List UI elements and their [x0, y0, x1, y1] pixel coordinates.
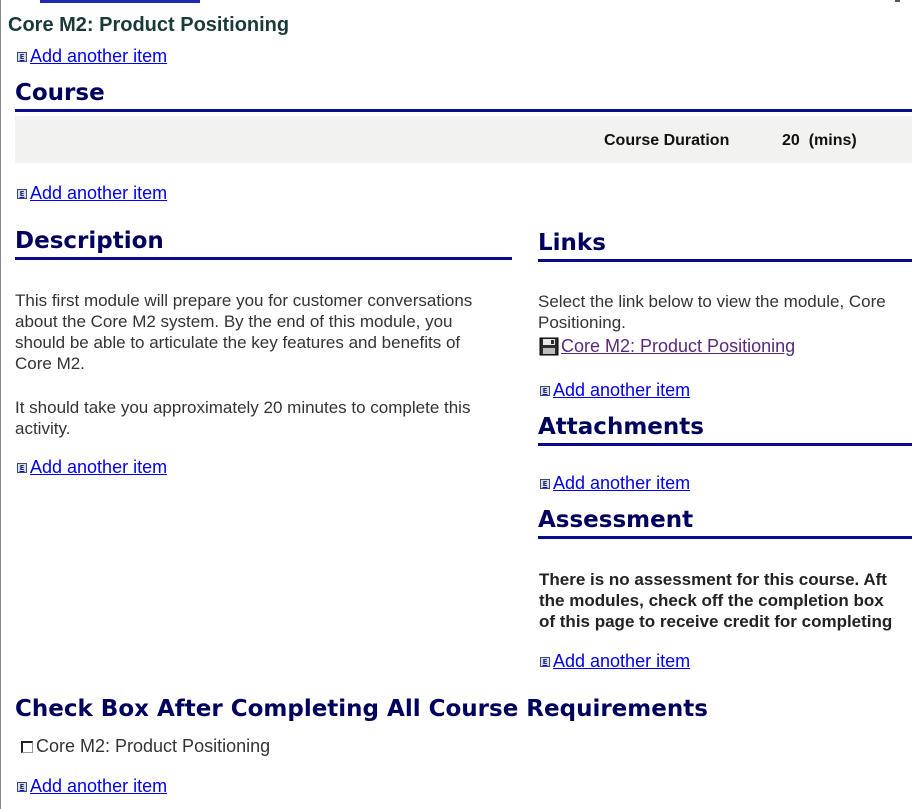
- course-heading: Course: [15, 80, 105, 106]
- links-line: Positioning.: [538, 313, 626, 332]
- left-border: [0, 0, 1, 809]
- links-heading: Links: [538, 230, 606, 256]
- add-item-link-course[interactable]: E Add another item: [17, 183, 167, 204]
- description-line: It should take you approximately 20 minu…: [15, 398, 471, 417]
- completion-heading: Check Box After Completing All Course Re…: [15, 696, 708, 722]
- course-duration-value: 20 (mins): [782, 132, 857, 149]
- add-item-link-top[interactable]: E Add another item: [17, 46, 167, 67]
- assessment-line: the modules, check off the completion bo…: [539, 591, 884, 610]
- completion-checkbox-row[interactable]: Core M2: Product Positioning: [21, 736, 270, 757]
- description-line: about the Core M2 system. By the end of …: [15, 312, 453, 331]
- description-line: This first module will prepare you for c…: [15, 291, 473, 310]
- add-item-label: Add another item: [553, 473, 691, 493]
- module-link-label: Core M2: Product Positioning: [561, 336, 796, 356]
- assessment-line: There is no assessment for this course. …: [539, 570, 887, 589]
- completion-checkbox-label: Core M2: Product Positioning: [36, 736, 271, 756]
- assessment-text: There is no assessment for this course. …: [539, 569, 912, 632]
- links-text: Select the link below to view the module…: [538, 291, 912, 333]
- top-corner-mark: [895, 0, 900, 2]
- description-text: This first module will prepare you for c…: [15, 290, 525, 374]
- edit-icon: E: [540, 478, 550, 489]
- edit-icon: E: [540, 385, 550, 396]
- edit-icon: E: [17, 51, 27, 62]
- module-link[interactable]: Core M2: Product Positioning: [539, 336, 795, 357]
- course-duration-label: Course Duration: [604, 132, 730, 149]
- add-item-label: Add another item: [553, 651, 691, 671]
- attachments-heading: Attachments: [538, 414, 704, 440]
- description-duration-text: It should take you approximately 20 minu…: [15, 397, 525, 439]
- edit-icon: E: [17, 462, 27, 473]
- add-item-label: Add another item: [30, 776, 168, 796]
- assessment-line: of this page to receive credit for compl…: [539, 612, 893, 631]
- add-item-label: Add another item: [30, 46, 168, 66]
- course-info-bar: [15, 116, 912, 163]
- course-rule: [15, 109, 912, 112]
- description-line: Core M2.: [15, 354, 85, 373]
- checkbox-icon[interactable]: [21, 740, 33, 753]
- add-item-link-links[interactable]: E Add another item: [540, 380, 690, 401]
- links-rule: [538, 259, 912, 262]
- add-item-link-description[interactable]: E Add another item: [17, 457, 167, 478]
- add-item-link-attachments[interactable]: E Add another item: [540, 473, 690, 494]
- links-line: Select the link below to view the module…: [538, 292, 886, 311]
- add-item-link-assessment[interactable]: E Add another item: [540, 651, 690, 672]
- description-rule: [15, 257, 512, 260]
- description-line: activity.: [15, 419, 71, 438]
- add-item-link-completion[interactable]: E Add another item: [17, 776, 167, 797]
- description-line: should be able to articulate the key fea…: [15, 333, 461, 352]
- floppy-disk-icon: [539, 337, 559, 356]
- edit-icon: E: [540, 656, 550, 667]
- assessment-rule: [538, 536, 912, 539]
- description-heading: Description: [15, 228, 164, 254]
- add-item-label: Add another item: [30, 457, 168, 477]
- edit-icon: E: [17, 188, 27, 199]
- add-item-label: Add another item: [553, 380, 691, 400]
- edit-icon: E: [17, 781, 27, 792]
- top-strip: [40, 0, 200, 3]
- page-title: Core M2: Product Positioning: [8, 14, 290, 36]
- add-item-label: Add another item: [30, 183, 168, 203]
- attachments-rule: [538, 443, 912, 446]
- assessment-heading: Assessment: [538, 507, 694, 533]
